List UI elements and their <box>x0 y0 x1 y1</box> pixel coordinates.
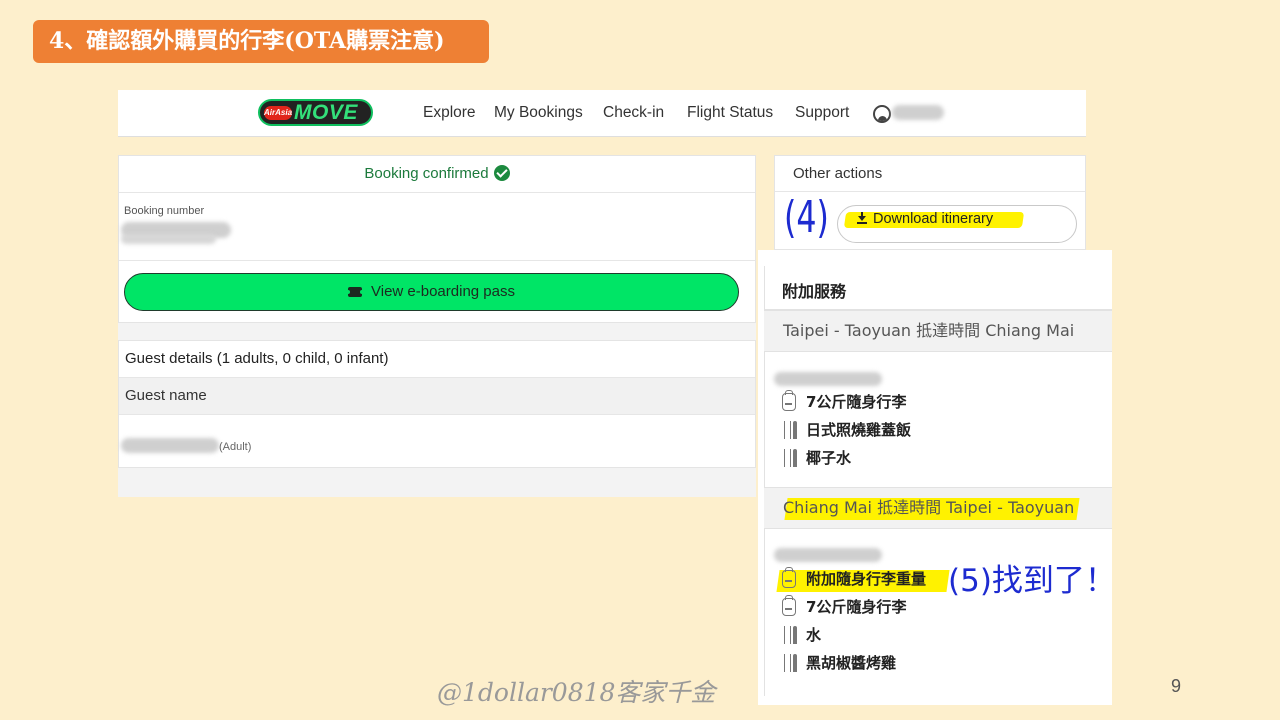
addon-item: 7公斤隨身行李 <box>782 595 906 618</box>
nav-flight-status[interactable]: Flight Status <box>687 104 773 122</box>
booking-number-redacted-2 <box>121 234 216 244</box>
meal-icon <box>782 654 800 672</box>
download-itinerary-label: Download itinerary <box>873 211 994 227</box>
nav-support[interactable]: Support <box>795 104 849 122</box>
booking-card: Booking confirmed Booking number View e-… <box>118 155 756 323</box>
booking-status-text: Booking confirmed <box>364 165 489 182</box>
download-itinerary-label-wrap[interactable]: Download itinerary <box>857 211 993 227</box>
addon-item: 黑胡椒醬烤雞 <box>782 652 896 674</box>
segment-route-return: Chiang Mai 抵達時間 Taipei - Taoyuan <box>764 487 1112 529</box>
guest-name-redacted <box>121 438 219 453</box>
ticket-icon <box>346 287 364 297</box>
passenger-name-redacted <box>774 372 882 386</box>
addon-services-panel: 附加服務 Taipei - Taoyuan 抵達時間 Chiang Mai 7公… <box>758 250 1112 705</box>
addon-item: 水 <box>782 624 821 646</box>
view-eboarding-pass-button[interactable]: View e-boarding pass <box>124 273 739 311</box>
watermark: @1dollar0818客家千金 <box>437 678 716 707</box>
other-actions-title: Other actions <box>775 156 1085 192</box>
nav-check-in[interactable]: Check-in <box>603 104 664 122</box>
guest-details-title: Guest details (1 adults, 0 child, 0 infa… <box>119 341 755 378</box>
booking-status: Booking confirmed <box>119 156 755 193</box>
download-icon <box>857 212 867 224</box>
addon-item: 椰子水 <box>782 447 851 469</box>
booking-number-label: Booking number <box>124 205 205 217</box>
eboarding-label: View e-boarding pass <box>371 283 515 300</box>
check-circle-icon <box>493 165 510 181</box>
logo-word: MOVE <box>294 101 358 124</box>
logo-brand: AirAsia <box>264 106 292 120</box>
guest-details-card: Guest details (1 adults, 0 child, 0 infa… <box>118 340 756 468</box>
user-name-redacted <box>892 105 944 120</box>
nav-my-bookings[interactable]: My Bookings <box>494 104 583 122</box>
airasia-move-logo[interactable]: AirAsia MOVE <box>258 99 373 126</box>
annotation-step-4: (4) <box>784 192 829 243</box>
annotation-step-5: (5)找到了！ <box>948 563 1116 599</box>
navbar: AirAsia MOVE Explore My Bookings Check-i… <box>118 90 1086 137</box>
meal-icon <box>782 421 800 439</box>
user-avatar-icon[interactable] <box>873 105 891 123</box>
addon-item-extra-baggage: 附加隨身行李重量 <box>782 567 926 590</box>
meal-icon <box>782 626 800 644</box>
segment-route-text: Chiang Mai 抵達時間 Taipei - Taoyuan <box>783 498 1075 517</box>
booking-panel: Booking confirmed Booking number View e-… <box>118 155 756 497</box>
cabin-bag-icon <box>782 567 796 588</box>
segment-route-text: Taipei - Taoyuan 抵達時間 Chiang Mai <box>783 321 1075 340</box>
divider <box>119 260 755 261</box>
guest-type: (Adult) <box>219 441 252 453</box>
segment-route-outbound: Taipei - Taoyuan 抵達時間 Chiang Mai <box>764 310 1112 352</box>
guest-name-header: Guest name <box>119 378 755 415</box>
page-number: 9 <box>1171 676 1182 696</box>
addon-item: 日式照燒雞蓋飯 <box>782 419 911 441</box>
passenger-name-redacted <box>774 548 882 562</box>
meal-icon <box>782 449 800 467</box>
addon-item: 7公斤隨身行李 <box>782 390 906 413</box>
slide-title: 4、確認額外購買的行李(OTA購票注意) <box>33 20 489 63</box>
cabin-bag-icon <box>782 390 796 411</box>
cabin-bag-icon <box>782 595 796 616</box>
nav-explore[interactable]: Explore <box>423 104 476 122</box>
addon-services-title: 附加服務 <box>782 282 847 301</box>
